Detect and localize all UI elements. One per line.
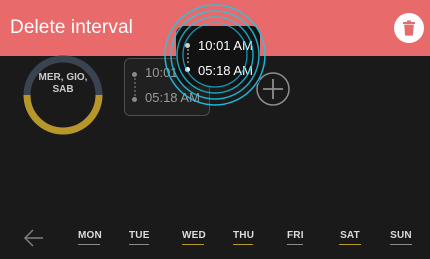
day-label: TUE xyxy=(129,230,150,241)
add-interval-button[interactable] xyxy=(255,71,291,107)
days-label-line1: MER, GIO, xyxy=(38,72,88,83)
day-label: SAT xyxy=(340,230,360,241)
day-underline xyxy=(129,244,149,245)
day-fri[interactable]: FRI xyxy=(287,230,304,256)
day-selected-indicator xyxy=(182,244,204,245)
day-thu[interactable]: THU xyxy=(233,230,255,256)
interval-popup[interactable]: 10:01 AM 05:18 AM xyxy=(176,26,260,86)
end-dot xyxy=(132,97,137,102)
day-selected-indicator xyxy=(233,244,253,245)
popup-end-dot xyxy=(185,67,190,72)
schedule-days-label: MER, GIO, SAB xyxy=(21,72,105,96)
screen: Delete interval MER, GIO, SAB 10:01 AM 0… xyxy=(0,0,430,259)
day-tue[interactable]: TUE xyxy=(129,230,149,256)
day-label: FRI xyxy=(287,230,304,241)
day-selected-indicator xyxy=(339,244,361,245)
day-label: MON xyxy=(78,230,102,241)
popup-start-time: 10:01 AM xyxy=(198,38,253,53)
day-mon[interactable]: MON xyxy=(78,230,102,256)
day-label: THU xyxy=(233,230,255,241)
popup-end-time: 05:18 AM xyxy=(198,63,253,78)
trash-icon xyxy=(403,20,415,36)
popup-connector-line xyxy=(187,49,189,65)
popup-start-dot xyxy=(185,43,190,48)
delete-button[interactable] xyxy=(394,13,424,43)
day-label: SUN xyxy=(390,230,412,241)
day-underline xyxy=(287,244,303,245)
day-sun[interactable]: SUN xyxy=(390,230,412,256)
day-wed[interactable]: WED xyxy=(182,230,206,256)
connector-line xyxy=(134,78,136,96)
arrow-left-icon[interactable] xyxy=(22,226,46,250)
day-label: WED xyxy=(182,230,206,241)
page-title: Delete interval xyxy=(10,17,133,38)
interval-end-time: 05:18 AM xyxy=(145,90,200,105)
day-underline xyxy=(390,244,412,245)
start-dot xyxy=(132,72,137,77)
day-sat[interactable]: SAT xyxy=(339,230,361,256)
day-underline xyxy=(78,244,100,245)
days-label-line2: SAB xyxy=(52,84,74,95)
